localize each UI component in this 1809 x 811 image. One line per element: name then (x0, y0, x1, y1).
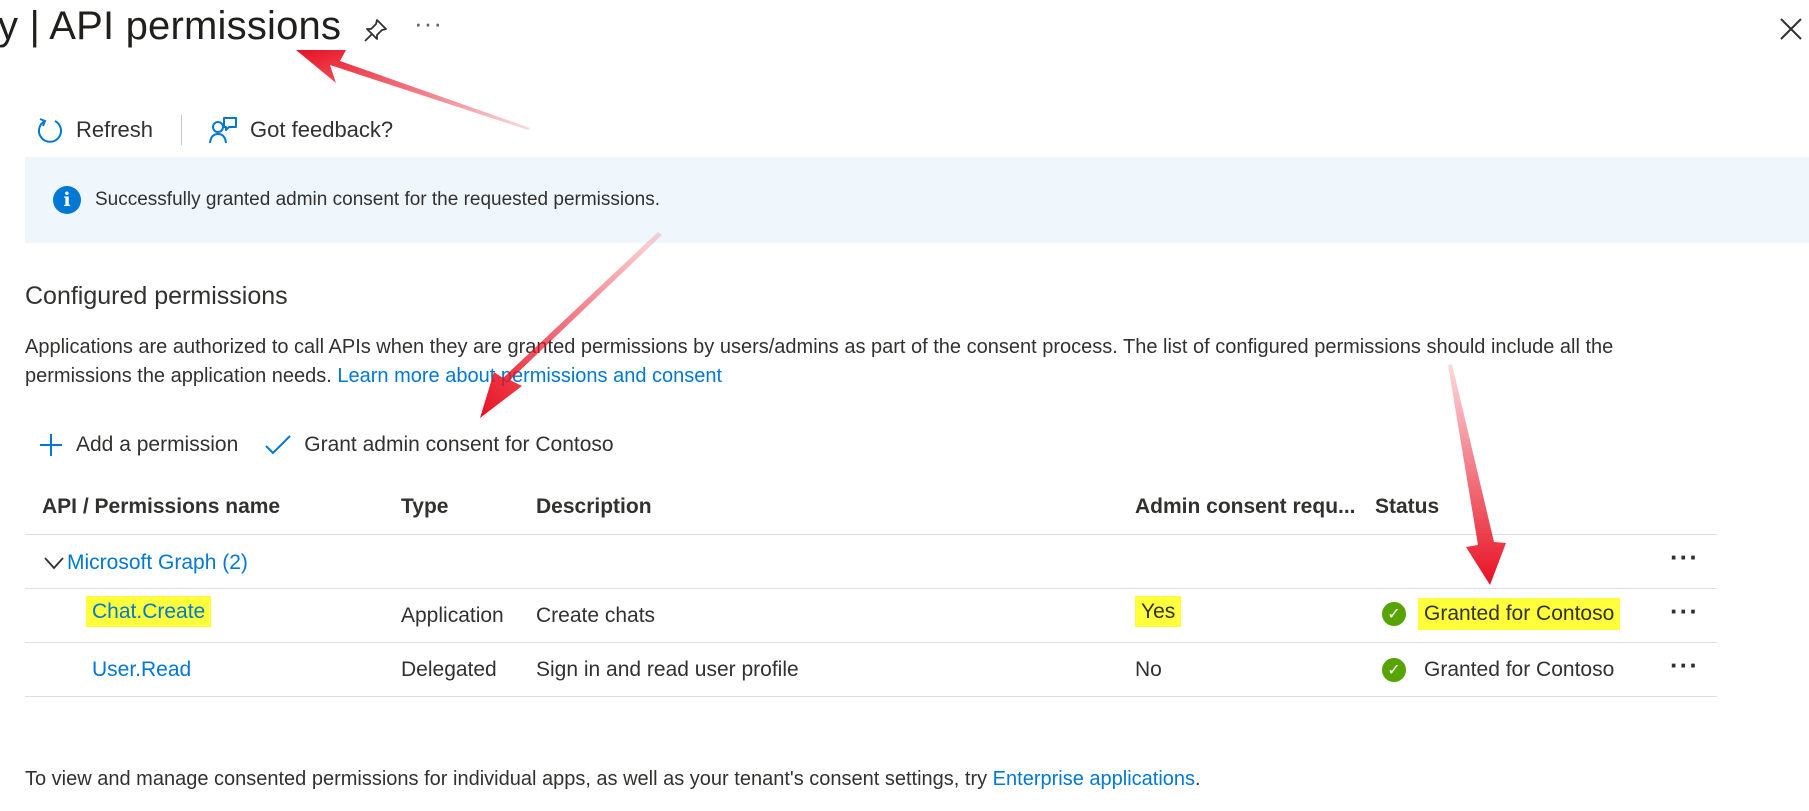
description-text: Applications are authorized to call APIs… (25, 336, 1614, 387)
banner-message: Successfully granted admin consent for t… (95, 189, 661, 210)
learn-more-link[interactable]: Learn more about permissions and consent (337, 365, 722, 387)
close-icon[interactable] (1776, 14, 1806, 44)
add-icon (40, 434, 62, 456)
permission-name-link[interactable]: Chat.Create (86, 596, 212, 627)
permission-description: Sign in and read user profile (536, 658, 799, 681)
feedback-button[interactable]: Got feedback? (208, 115, 393, 145)
row-more-options[interactable]: ··· (1670, 650, 1699, 681)
row-divider (25, 534, 1717, 535)
footer-period: . (1195, 768, 1201, 790)
column-header-admin-consent[interactable]: Admin consent requ... (1135, 495, 1356, 519)
permission-type: Application (401, 604, 504, 627)
pin-icon-graphic (364, 19, 387, 42)
footer-text: To view and manage consented permissions… (25, 768, 993, 790)
permission-type: Delegated (401, 658, 497, 681)
more-options-icon[interactable]: ··· (414, 8, 443, 39)
permission-description: Create chats (536, 604, 656, 627)
pin-icon[interactable] (360, 16, 390, 46)
toolbar: Refresh Got feedback? (36, 110, 393, 150)
add-permission-label: Add a permission (76, 433, 239, 456)
page-title: y | API permissions (0, 4, 342, 48)
enterprise-applications-link[interactable]: Enterprise applications (993, 768, 1195, 790)
footer-note: To view and manage consented permissions… (25, 768, 1201, 791)
section-description: Applications are authorized to call APIs… (25, 333, 1705, 391)
admin-consent-value: No (1135, 658, 1162, 681)
admin-consent-value-text: Yes (1135, 596, 1182, 627)
table-row: Chat.Create (86, 596, 212, 627)
success-banner: i Successfully granted admin consent for… (25, 157, 1809, 243)
group-row-microsoft-graph[interactable]: Microsoft Graph (2) (43, 551, 248, 575)
admin-consent-value: Yes (1135, 596, 1182, 627)
status-badge: ✓ Granted for Contoso (1382, 598, 1621, 630)
refresh-icon (38, 118, 62, 143)
close-icon-graphic (1780, 18, 1802, 40)
toolbar-divider (181, 115, 183, 145)
permissions-command-bar: Add a permission Grant admin consent for… (38, 427, 640, 463)
refresh-button[interactable]: Refresh (36, 116, 153, 144)
refresh-label: Refresh (76, 117, 154, 142)
table-row: User.Read (92, 658, 191, 682)
permission-name-link[interactable]: User.Read (92, 658, 191, 681)
column-header-description[interactable]: Description (536, 495, 652, 519)
checkmark-icon (265, 435, 291, 455)
info-icon: i (53, 186, 81, 214)
row-more-options[interactable]: ··· (1670, 596, 1699, 627)
add-permission-button[interactable]: Add a permission (38, 432, 238, 458)
row-divider (25, 588, 1717, 589)
group-more-options[interactable]: ··· (1670, 542, 1699, 573)
status-badge: ✓ Granted for Contoso (1382, 654, 1620, 686)
status-text: Granted for Contoso (1424, 658, 1615, 681)
column-header-status[interactable]: Status (1375, 495, 1439, 519)
grant-admin-consent-button[interactable]: Grant admin consent for Contoso (264, 432, 614, 458)
column-header-name[interactable]: API / Permissions name (42, 495, 280, 519)
row-divider (25, 642, 1717, 643)
feedback-icon (209, 117, 238, 144)
grant-admin-consent-label: Grant admin consent for Contoso (304, 433, 614, 456)
column-header-type[interactable]: Type (401, 495, 448, 519)
section-title: Configured permissions (25, 282, 288, 310)
annotation-arrow-status (1448, 364, 1506, 585)
chevron-down-icon (44, 557, 64, 570)
row-divider (25, 696, 1717, 697)
status-text: Granted for Contoso (1418, 598, 1621, 630)
success-icon: ✓ (1382, 658, 1406, 682)
group-label[interactable]: Microsoft Graph (2) (67, 551, 248, 575)
success-icon: ✓ (1382, 602, 1406, 626)
feedback-label: Got feedback? (250, 117, 394, 142)
